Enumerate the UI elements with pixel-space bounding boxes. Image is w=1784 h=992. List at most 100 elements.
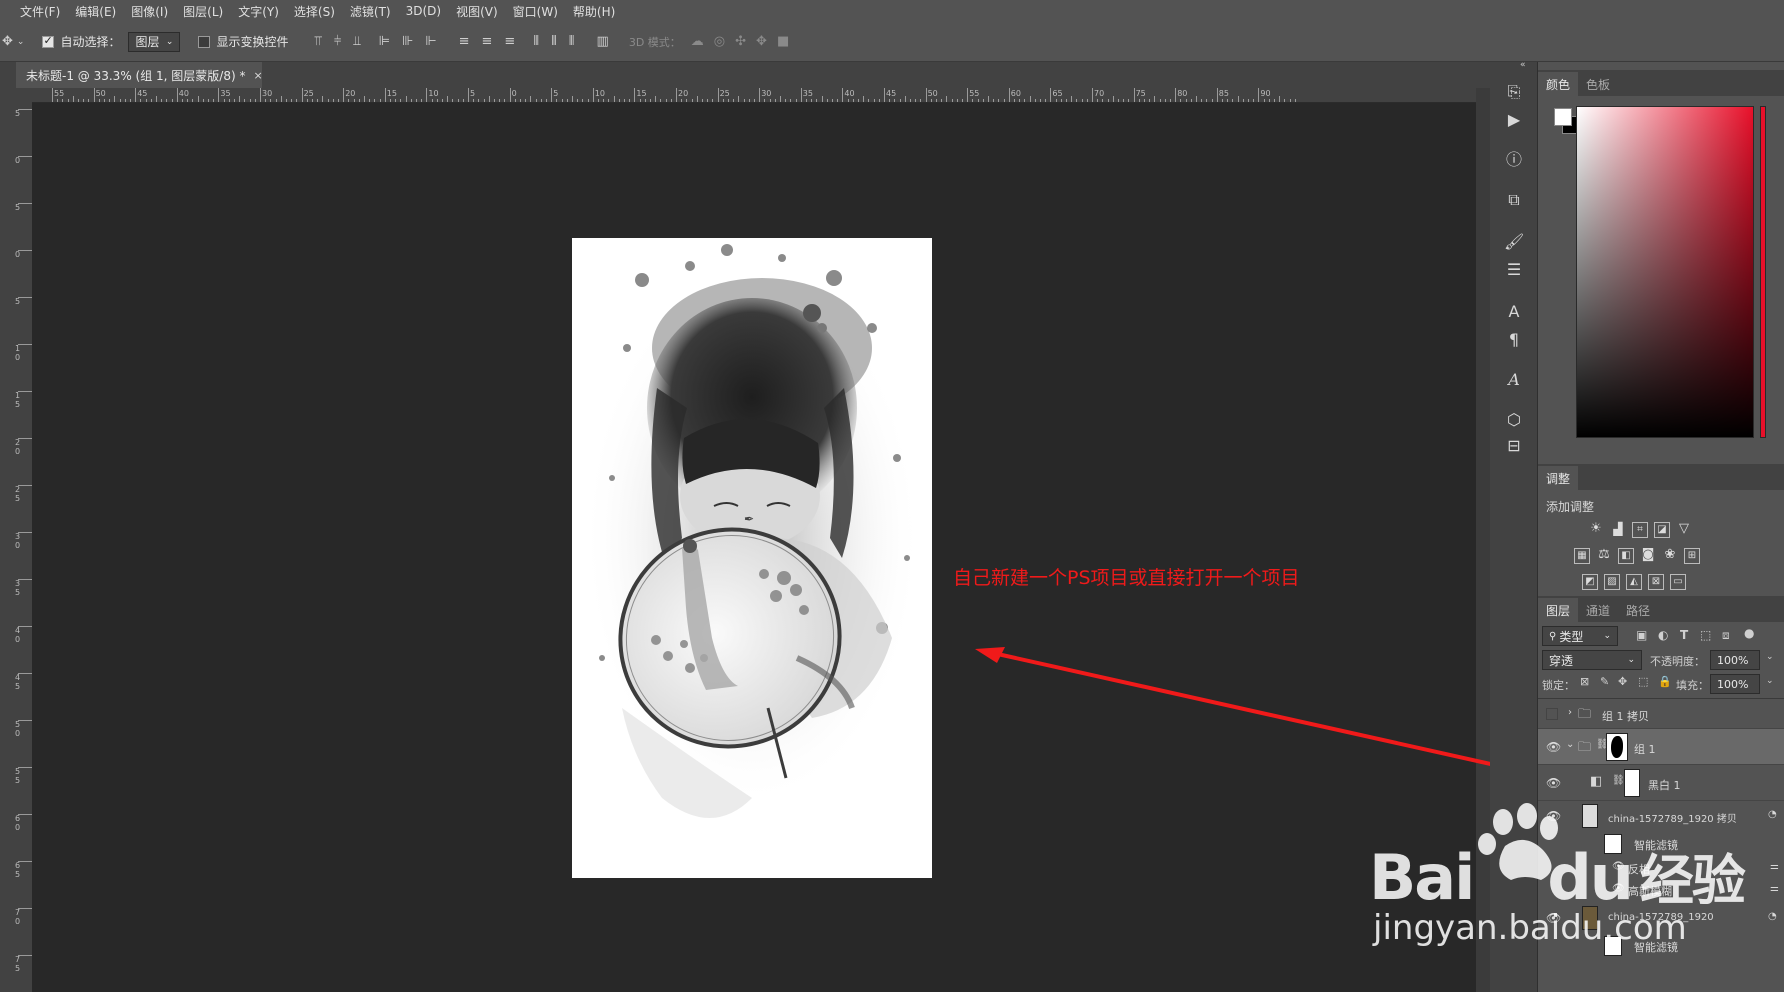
filter-shape-icon[interactable]: ⬚: [1700, 628, 1711, 642]
opacity-chevron-icon[interactable]: ⌄: [1766, 652, 1774, 662]
filter-adjustment-icon[interactable]: ◐: [1658, 628, 1668, 642]
document-canvas-image[interactable]: ✒: [572, 238, 932, 878]
lock-image-icon[interactable]: ✎: [1600, 675, 1609, 688]
distribute-right-icon[interactable]: ⦀: [569, 34, 575, 49]
show-transform-checkbox[interactable]: [198, 35, 211, 48]
hue-saturation-icon[interactable]: ▦: [1574, 548, 1590, 564]
tool-preset-chevron-icon[interactable]: ⌄: [17, 37, 25, 47]
lock-position-icon[interactable]: ✥: [1618, 675, 1627, 688]
3d-orbit-icon[interactable]: ☁: [691, 34, 704, 49]
vertical-scrollbar[interactable]: [1476, 88, 1490, 992]
auto-select-dropdown[interactable]: 图层 ⌄: [128, 31, 181, 52]
filter-options-icon[interactable]: ⚌: [1770, 861, 1779, 872]
tab-adjustments[interactable]: 调整: [1538, 466, 1579, 490]
smart-filter-toggle-icon[interactable]: ◔: [1768, 911, 1777, 922]
brightness-icon[interactable]: ☀: [1588, 522, 1604, 538]
eye-icon[interactable]: 👁: [1546, 740, 1561, 754]
filter-smart-icon[interactable]: ⧈: [1722, 628, 1730, 643]
smart-filter-row[interactable]: 智能滤镜: [1538, 831, 1784, 857]
layer-row-smart-copy[interactable]: 👁 china-1572789_1920 拷贝 ◔: [1538, 801, 1784, 831]
exposure-icon[interactable]: ◪: [1654, 522, 1670, 538]
color-picker-field[interactable]: [1576, 106, 1754, 438]
menu-item-7[interactable]: 3D(D): [406, 4, 441, 18]
collapse-arrow-icon[interactable]: ⌄: [1566, 739, 1574, 750]
visibility-off-box[interactable]: [1546, 708, 1558, 720]
smart-filter-toggle-icon[interactable]: ◔: [1768, 809, 1777, 820]
smart-filter-mask-thumbnail[interactable]: [1604, 936, 1622, 956]
eye-icon[interactable]: 👁: [1612, 861, 1625, 872]
smart-filter-mask-thumbnail[interactable]: [1604, 834, 1622, 854]
blend-mode-dropdown[interactable]: 穿透 ⌄: [1542, 650, 1642, 670]
layer-row-group[interactable]: 👁 ⌄ 🗀 ⛓ 组 1: [1538, 729, 1784, 765]
expand-arrow-icon[interactable]: ›: [1568, 707, 1572, 718]
distribute-top-icon[interactable]: ≡: [459, 34, 470, 49]
3d-roll-icon[interactable]: ◎: [714, 34, 725, 49]
3d-pan-icon[interactable]: ✣: [735, 34, 746, 49]
menu-item-1[interactable]: 编辑(E): [75, 3, 116, 20]
auto-align-icon[interactable]: ▥: [597, 34, 609, 49]
tab-channels[interactable]: 通道: [1578, 598, 1618, 622]
distribute-vcenter-icon[interactable]: ≡: [482, 34, 493, 49]
menu-item-9[interactable]: 窗口(W): [513, 3, 558, 20]
smart-object-thumbnail[interactable]: [1582, 804, 1598, 828]
threshold-icon[interactable]: ◭: [1626, 574, 1642, 590]
eye-icon[interactable]: 👁: [1546, 911, 1561, 925]
adjustment-mask-thumbnail[interactable]: [1624, 769, 1640, 797]
channel-mixer-icon[interactable]: ❀: [1662, 548, 1678, 564]
levels-icon[interactable]: ▟: [1610, 522, 1626, 538]
eye-icon[interactable]: 👁: [1546, 809, 1561, 823]
properties-sliders-icon[interactable]: ☰: [1504, 260, 1524, 280]
menu-item-6[interactable]: 滤镜(T): [350, 3, 391, 20]
menu-item-2[interactable]: 图像(I): [131, 3, 168, 20]
selective-color-icon[interactable]: ⊠: [1648, 574, 1664, 590]
tab-color[interactable]: 颜色: [1538, 72, 1579, 96]
hue-slider[interactable]: [1760, 106, 1766, 438]
smart-object-thumbnail[interactable]: [1582, 906, 1598, 930]
layer-filter-dropdown[interactable]: ⚲ 类型 ⌄: [1542, 626, 1618, 646]
character-icon[interactable]: A: [1504, 302, 1524, 322]
distribute-left-icon[interactable]: ⦀: [533, 34, 539, 49]
3d-scale-icon[interactable]: ■: [777, 34, 789, 49]
gradient-map-icon[interactable]: ▭: [1670, 574, 1686, 590]
align-right-icon[interactable]: ⊩: [425, 34, 436, 49]
tab-swatches[interactable]: 色板: [1578, 72, 1618, 96]
align-top-icon[interactable]: ⫪: [314, 34, 321, 49]
distribute-hcenter-icon[interactable]: ⦀: [551, 34, 557, 49]
info-icon[interactable]: ⓘ: [1504, 150, 1524, 170]
opacity-input[interactable]: 100%: [1710, 650, 1760, 670]
menu-item-8[interactable]: 视图(V): [456, 3, 498, 20]
color-balance-icon[interactable]: ⚖: [1596, 548, 1612, 564]
collapse-panels-icon[interactable]: «: [1520, 60, 1526, 70]
layer-row-black-white[interactable]: 👁 ◧ ⛓ 黑白 1: [1538, 765, 1784, 801]
menu-item-10[interactable]: 帮助(H): [573, 3, 615, 20]
lock-transparent-icon[interactable]: ⊠: [1580, 675, 1589, 688]
layer-mask-thumbnail[interactable]: [1606, 733, 1628, 761]
posterize-icon[interactable]: ▨: [1604, 574, 1620, 590]
filter-type-icon[interactable]: T: [1680, 628, 1688, 642]
fill-chevron-icon[interactable]: ⌄: [1766, 676, 1774, 686]
timeline-icon[interactable]: ⊟: [1504, 436, 1524, 456]
tab-layers[interactable]: 图层: [1538, 598, 1579, 622]
move-tool-icon[interactable]: ✥: [2, 34, 13, 49]
lock-all-icon[interactable]: 🔒: [1658, 675, 1672, 688]
eye-icon[interactable]: 👁: [1546, 776, 1561, 790]
horizontal-ruler[interactable]: 55 50 45 40 35 30 25 20 15 10 5 0 5 10 15 20 25 30 35 40 45 5…: [32, 88, 1476, 103]
auto-select-checkbox[interactable]: [42, 34, 55, 48]
glyphs-icon[interactable]: A: [1504, 370, 1524, 390]
align-bottom-icon[interactable]: ⫫: [353, 34, 360, 49]
distribute-bottom-icon[interactable]: ≡: [504, 34, 515, 49]
smart-filter-row[interactable]: 智能滤镜: [1538, 933, 1784, 959]
filter-toggle-icon[interactable]: ●: [1744, 626, 1754, 640]
filter-pixel-icon[interactable]: ▣: [1636, 628, 1647, 642]
filter-options-icon[interactable]: ⚌: [1770, 883, 1779, 894]
filter-item-gaussian-blur[interactable]: 👁 高斯模糊 ⚌: [1538, 879, 1784, 901]
menu-item-4[interactable]: 文字(Y): [238, 3, 279, 20]
layer-row-smart[interactable]: 👁 china-1572789_1920 ◔: [1538, 903, 1784, 933]
foreground-color-swatch[interactable]: [1554, 108, 1572, 126]
layer-row-group-copy[interactable]: › 🗀 组 1 拷贝: [1538, 699, 1784, 729]
close-icon[interactable]: ×: [253, 69, 262, 82]
align-left-icon[interactable]: ⊫: [379, 34, 390, 49]
color-lookup-icon[interactable]: ⊞: [1684, 548, 1700, 564]
menu-item-5[interactable]: 选择(S): [294, 3, 335, 20]
actions-play-icon[interactable]: ▶: [1504, 110, 1524, 130]
